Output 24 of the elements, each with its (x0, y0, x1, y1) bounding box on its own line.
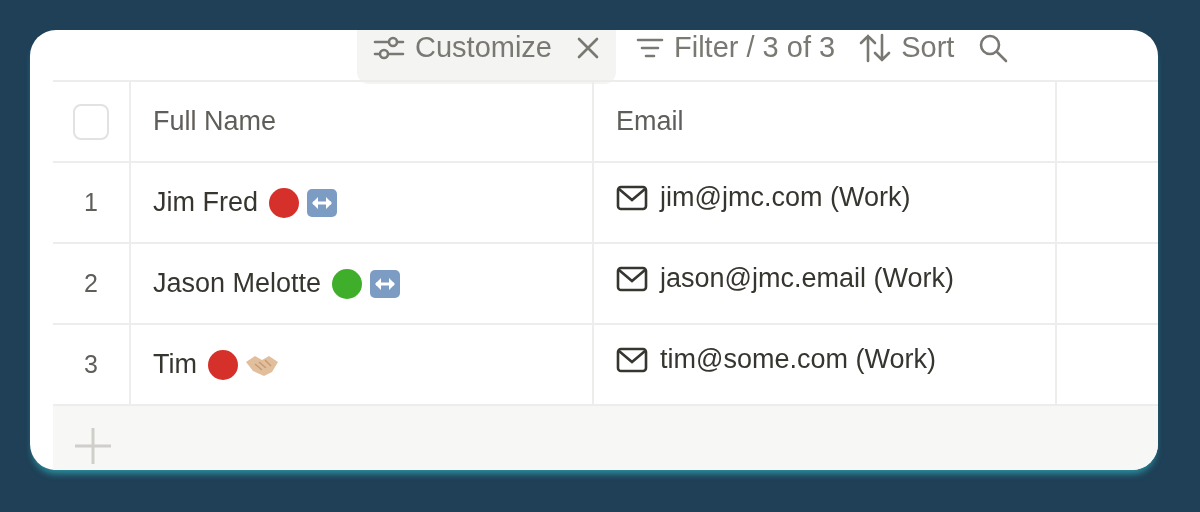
mail-icon (616, 265, 648, 292)
person-name: Jason Melotte (153, 267, 322, 301)
add-row-icon (73, 426, 113, 466)
person-name: Jim Fred (153, 186, 258, 220)
sliders-icon (373, 34, 405, 62)
sort-icon (859, 33, 892, 63)
email-value: jason@jmc.email (Work) (660, 262, 954, 296)
email-value: jim@jmc.com (Work) (660, 181, 911, 215)
column-header: Email (616, 105, 684, 139)
sort-button[interactable]: Sort (847, 30, 967, 76)
column-header: Full Name (153, 105, 277, 139)
filter-button[interactable]: Filter / 3 of 3 (624, 30, 848, 76)
mail-icon (616, 184, 648, 211)
email-value: tim@some.com (Work) (660, 343, 936, 377)
row-number: 2 (84, 267, 98, 299)
row-number: 1 (84, 186, 98, 218)
row-number: 3 (84, 348, 98, 380)
close-icon (576, 36, 600, 60)
mail-icon (616, 346, 648, 373)
select-all-checkbox[interactable] (73, 103, 109, 140)
close-button[interactable] (576, 36, 600, 60)
person-name: Tim (153, 348, 197, 382)
filter-icon (636, 36, 664, 60)
search-icon (978, 33, 1009, 63)
